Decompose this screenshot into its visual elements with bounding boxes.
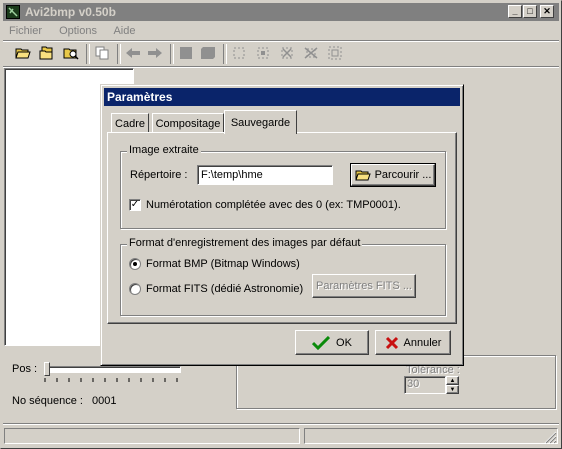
status-panel-right xyxy=(304,428,558,444)
directory-input[interactable]: F:\temp\hme xyxy=(197,165,333,185)
menu-options[interactable]: Options xyxy=(59,25,97,37)
minimize-button[interactable]: _ xyxy=(508,5,522,18)
arrow-left-icon[interactable] xyxy=(124,44,142,62)
menu-fichier[interactable]: Fichier xyxy=(9,25,42,37)
status-bar-divider xyxy=(3,423,559,425)
check-icon xyxy=(312,335,331,350)
numbering-checkbox[interactable]: ✓ xyxy=(129,199,141,211)
format-bmp-label: Format BMP (Bitmap Windows) xyxy=(146,258,300,270)
tab-cadre-label: Cadre xyxy=(115,117,145,130)
slider-ticks xyxy=(44,378,178,382)
toolbar-separator xyxy=(223,44,227,64)
image-group-legend: Image extraite xyxy=(127,144,201,156)
tab-sauvegarde-label: Sauvegarde xyxy=(230,116,291,129)
sequence-label: No séquence : xyxy=(12,395,83,407)
format-fits-label: Format FITS (dédié Astronomie) xyxy=(146,283,304,295)
format-group: Format d'enregistrement des images par d… xyxy=(120,237,446,316)
menu-bar: Fichier Options Aide xyxy=(9,25,149,37)
tab-compositage[interactable]: Compositage xyxy=(152,113,224,133)
parametres-dialog: Paramètres Cadre Compositage Sauvegarde … xyxy=(100,84,464,366)
format-bmp-radio[interactable] xyxy=(129,258,141,270)
ok-label: OK xyxy=(336,336,352,349)
tolerance-spin-up[interactable]: ▲ xyxy=(446,376,459,385)
fit-selection-icon[interactable] xyxy=(326,44,344,62)
toolbar-separator xyxy=(86,44,90,64)
browse-button[interactable]: Parcourir ... xyxy=(350,163,436,187)
resize-grip-icon[interactable] xyxy=(544,431,557,444)
cross-icon xyxy=(385,336,398,349)
position-slider-thumb[interactable] xyxy=(44,362,50,376)
format-fits-radio[interactable] xyxy=(129,283,141,295)
window-title: Avi2bmp v0.50b xyxy=(25,5,116,19)
fits-params-button[interactable]: Paramètres FITS ... xyxy=(312,274,416,298)
tolerance-value: 30 xyxy=(407,378,420,390)
main-titlebar[interactable]: Avi2bmp v0.50b _ □ ✕ xyxy=(3,3,559,21)
tab-page: Image extraite Répertoire : F:\temp\hme … xyxy=(107,132,457,324)
tolerance-input[interactable]: 30 xyxy=(404,376,446,394)
open-folder-icon[interactable] xyxy=(14,44,32,62)
arrow-right-icon[interactable] xyxy=(146,44,164,62)
format-group-legend: Format d'enregistrement des images par d… xyxy=(127,237,363,249)
select-center-icon[interactable] xyxy=(254,44,272,62)
copy-icon[interactable] xyxy=(93,44,111,62)
pos-label: Pos : xyxy=(12,363,38,375)
image-group: Image extraite Répertoire : F:\temp\hme … xyxy=(120,144,446,229)
sequence-value: 0001 xyxy=(92,395,117,407)
maximize-button[interactable]: □ xyxy=(523,5,537,18)
tab-compositage-label: Compositage xyxy=(155,117,221,130)
browse-folder-icon xyxy=(354,170,371,180)
toolbar-separator xyxy=(117,44,121,64)
cancel-label: Annuler xyxy=(403,336,442,349)
tab-cadre[interactable]: Cadre xyxy=(111,113,149,133)
stop-icon[interactable] xyxy=(177,44,195,62)
delete-all-icon[interactable] xyxy=(302,44,320,62)
delete-selection-icon[interactable] xyxy=(278,44,296,62)
toolbar-separator xyxy=(170,44,174,64)
cancel-button[interactable]: Annuler xyxy=(375,330,451,355)
tab-sauvegarde[interactable]: Sauvegarde xyxy=(224,110,297,134)
dialog-title: Paramètres xyxy=(107,90,173,104)
directory-label: Répertoire : xyxy=(130,169,188,181)
numbering-label: Numérotation complétée avec des 0 (ex: T… xyxy=(146,199,401,211)
directory-value: F:\temp\hme xyxy=(201,169,263,181)
tolerance-spin-down[interactable]: ▼ xyxy=(446,385,459,394)
menu-divider xyxy=(3,40,559,42)
dialog-titlebar[interactable]: Paramètres xyxy=(104,88,460,106)
search-file-icon[interactable] xyxy=(62,44,80,62)
frame-icon[interactable] xyxy=(199,44,217,62)
select-area-icon[interactable] xyxy=(230,44,248,62)
ok-button[interactable]: OK xyxy=(295,330,369,355)
open-multiple-icon[interactable] xyxy=(38,44,56,62)
menu-aide[interactable]: Aide xyxy=(113,25,135,37)
status-panel-left xyxy=(4,428,300,444)
position-slider-track[interactable] xyxy=(45,366,181,373)
fits-params-label: Paramètres FITS ... xyxy=(316,280,412,292)
app-icon xyxy=(6,5,20,19)
close-button[interactable]: ✕ xyxy=(540,5,554,18)
browse-label: Parcourir ... xyxy=(374,169,432,181)
